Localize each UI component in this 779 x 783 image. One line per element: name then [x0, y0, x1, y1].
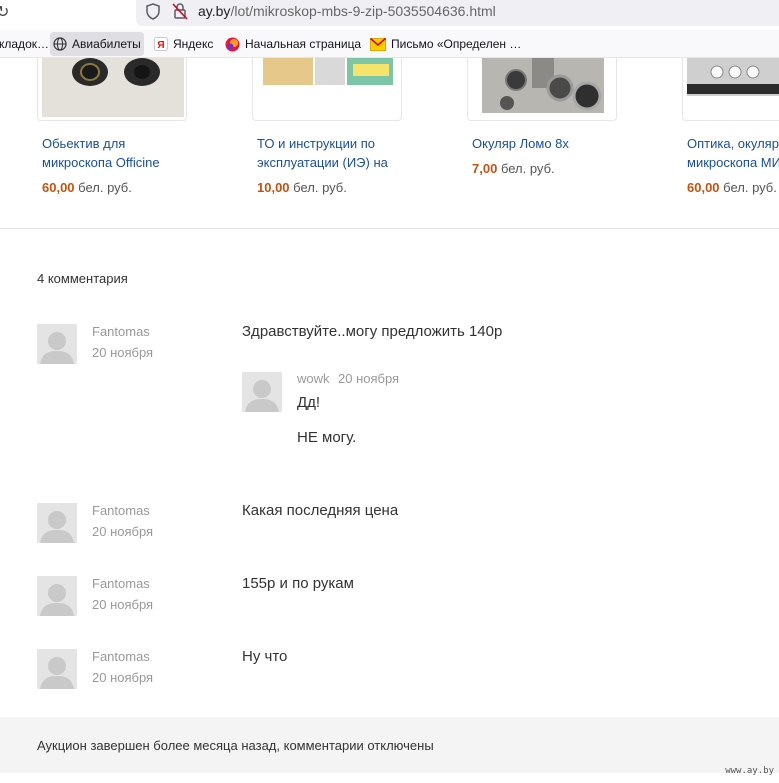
related-item-title[interactable]: Обьектив для микроскопа Officine — [42, 134, 160, 172]
comment-author[interactable]: Fantomas — [92, 649, 150, 664]
price-value: 7,00 — [472, 161, 498, 176]
bookmark-yandex[interactable]: Я Яндекс — [151, 32, 216, 56]
bookmark-aviabilety[interactable]: Авиабилеты — [50, 32, 144, 56]
price-value: 60,00 — [42, 180, 75, 195]
reply-text: НЕ могу. — [297, 429, 357, 446]
related-item-image[interactable] — [467, 58, 617, 121]
user-silhouette-icon — [40, 657, 74, 689]
avatar[interactable] — [37, 503, 77, 543]
currency: бел. руб. — [78, 180, 132, 195]
related-item-price: 10,00 бел. руб. — [257, 180, 347, 195]
currency: бел. руб. — [293, 180, 347, 195]
user-silhouette-icon — [40, 332, 74, 364]
watermark: www.ay.by — [725, 766, 774, 776]
comments-closed-text: Аукцион завершен более месяца назад, ком… — [37, 738, 434, 753]
currency: бел. руб. — [500, 161, 555, 176]
related-item-title[interactable]: Оптика, окуляр микроскопа МИ — [687, 134, 779, 172]
insecure-lock-icon[interactable] — [171, 2, 189, 25]
avatar[interactable] — [37, 649, 77, 689]
reload-icon[interactable]: ↻ — [0, 2, 9, 22]
bookmark-label: Авиабилеты — [72, 37, 141, 51]
price-value: 60,00 — [687, 180, 720, 195]
title-line: микроскопа Officine — [42, 155, 160, 170]
bookmark-label: кладок… — [0, 37, 49, 51]
title-line: ТО и инструкции по — [257, 136, 375, 151]
globe-icon — [53, 37, 67, 51]
comment-text: Здравствуйте..могу предложить 140р — [242, 323, 503, 340]
related-item-title[interactable]: Окуляр Ломо 8х — [472, 134, 569, 153]
related-item-price: 7,00 бел. руб. — [472, 161, 555, 176]
bookmark-label: Письмо «Определен … — [391, 37, 522, 51]
comment-text: Ну что — [242, 648, 288, 665]
reply-text: Дд! — [297, 394, 321, 411]
bookmarks-bar: кладок… Авиабилеты Я Яндекс Начальная ст… — [0, 30, 779, 58]
related-item-image[interactable] — [252, 58, 402, 121]
optics-image — [687, 58, 779, 96]
comment-date: 20 ноября — [92, 524, 154, 539]
section-divider — [0, 228, 779, 229]
title-line: эксплуатации (ИЭ) на — [257, 155, 388, 170]
tracking-shield-icon[interactable] — [145, 3, 161, 25]
price-value: 10,00 — [257, 180, 290, 195]
comment-date: 20 ноября — [92, 597, 154, 612]
user-silhouette-icon — [245, 380, 279, 412]
svg-text:Я: Я — [157, 40, 164, 51]
url-text[interactable]: ay.by/lot/mikroskop-mbs-9-zip-5035504636… — [198, 3, 496, 19]
comments-closed-banner: Аукцион завершен более месяца назад, ком… — [0, 717, 779, 773]
comment-text: 155р и по рукам — [242, 575, 354, 592]
title-line: Обьектив для — [42, 136, 126, 151]
objective-lens-image — [42, 58, 184, 117]
reply-author[interactable]: wowk — [297, 371, 330, 386]
comment-author[interactable]: Fantomas — [92, 503, 150, 518]
bookmark-mail[interactable]: Письмо «Определен … — [367, 32, 524, 56]
title-line: Окуляр Ломо 8х — [472, 136, 569, 151]
yandex-icon: Я — [154, 37, 168, 51]
manual-booklets-image — [257, 58, 399, 90]
user-silhouette-icon — [40, 584, 74, 616]
user-silhouette-icon — [40, 511, 74, 543]
title-line: микроскопа МИ — [687, 155, 779, 170]
related-item-price: 60,00 бел. руб. — [687, 180, 777, 195]
bookmark-home-page[interactable]: Начальная страница — [222, 32, 364, 56]
related-item-price: 60,00 бел. руб. — [42, 180, 132, 195]
bookmark-label: Яндекс — [173, 37, 214, 51]
title-line: Оптика, окуляр — [687, 136, 779, 151]
eyepiece-image — [482, 58, 604, 113]
mail-icon — [370, 37, 386, 51]
bookmark-folder[interactable]: кладок… — [0, 32, 52, 56]
currency: бел. руб. — [723, 180, 777, 195]
comment-author[interactable]: Fantomas — [92, 576, 150, 591]
avatar[interactable] — [37, 324, 77, 364]
reply-date: 20 ноября — [338, 371, 400, 386]
comment-date: 20 ноября — [92, 670, 154, 685]
browser-toolbar: ↻ ay.by/lot/mikroskop-mbs-9-zip-50355046… — [0, 0, 779, 28]
home-page-icon — [225, 37, 240, 52]
comment-author[interactable]: Fantomas — [92, 324, 150, 339]
related-item-image[interactable] — [37, 58, 187, 121]
avatar[interactable] — [37, 576, 77, 616]
comment-text: Какая последняя цена — [242, 502, 399, 519]
comments-count: 4 комментария — [37, 271, 128, 286]
avatar[interactable] — [242, 372, 282, 412]
comment-date: 20 ноября — [92, 345, 154, 360]
bookmark-label: Начальная страница — [245, 37, 362, 51]
related-item-title[interactable]: ТО и инструкции по эксплуатации (ИЭ) на — [257, 134, 388, 172]
related-item-image[interactable] — [682, 58, 779, 121]
